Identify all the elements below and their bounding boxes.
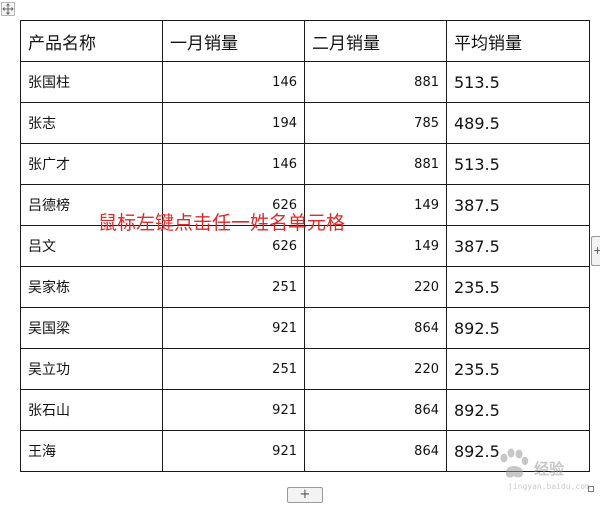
- document-page: 产品名称 一月销量 二月销量 平均销量 张国柱 146 881 513.5 张志…: [0, 0, 600, 512]
- name-cell[interactable]: 张广才: [20, 143, 163, 185]
- avg-cell[interactable]: 235.5: [446, 266, 590, 308]
- name-cell[interactable]: 张国柱: [20, 61, 163, 103]
- header-jan-sales[interactable]: 一月销量: [162, 20, 305, 62]
- header-product-name[interactable]: 产品名称: [20, 20, 163, 62]
- avg-cell[interactable]: 513.5: [446, 61, 590, 103]
- name-cell[interactable]: 吴立功: [20, 348, 163, 390]
- move-arrows-icon: [2, 3, 14, 15]
- table-row: 吴国梁 921 864 892.5: [20, 307, 590, 349]
- table-row: 张广才 146 881 513.5: [20, 143, 590, 185]
- jan-cell[interactable]: 194: [162, 102, 305, 144]
- table-header-row: 产品名称 一月销量 二月销量 平均销量: [20, 20, 590, 62]
- feb-cell[interactable]: 881: [304, 143, 447, 185]
- instruction-annotation: 鼠标左键点击任一姓名单元格: [98, 212, 346, 234]
- table-row: 张石山 921 864 892.5: [20, 389, 590, 431]
- name-cell[interactable]: 吴国梁: [20, 307, 163, 349]
- add-row-button[interactable]: +: [287, 487, 323, 503]
- feb-cell[interactable]: 864: [304, 307, 447, 349]
- avg-cell[interactable]: 235.5: [446, 348, 590, 390]
- jan-cell[interactable]: 146: [162, 61, 305, 103]
- jan-cell[interactable]: 921: [162, 307, 305, 349]
- table-resize-handle[interactable]: [588, 486, 594, 492]
- feb-cell[interactable]: 220: [304, 348, 447, 390]
- table-row: 吴立功 251 220 235.5: [20, 348, 590, 390]
- header-avg-sales[interactable]: 平均销量: [446, 20, 590, 62]
- header-feb-sales[interactable]: 二月销量: [304, 20, 447, 62]
- feb-cell[interactable]: 864: [304, 389, 447, 431]
- avg-cell[interactable]: 892.5: [446, 430, 590, 472]
- sales-table: 产品名称 一月销量 二月销量 平均销量 张国柱 146 881 513.5 张志…: [20, 20, 590, 472]
- jan-cell[interactable]: 921: [162, 389, 305, 431]
- watermark-url: jingyan.baidu.com: [508, 482, 590, 491]
- name-cell[interactable]: 张石山: [20, 389, 163, 431]
- feb-cell[interactable]: 881: [304, 61, 447, 103]
- avg-cell[interactable]: 387.5: [446, 184, 590, 226]
- name-cell[interactable]: 吴家栋: [20, 266, 163, 308]
- table-move-handle[interactable]: [1, 2, 15, 16]
- table-row: 张志 194 785 489.5: [20, 102, 590, 144]
- avg-cell[interactable]: 387.5: [446, 225, 590, 267]
- jan-cell[interactable]: 251: [162, 348, 305, 390]
- avg-cell[interactable]: 892.5: [446, 307, 590, 349]
- add-column-button[interactable]: +: [591, 236, 600, 266]
- feb-cell[interactable]: 785: [304, 102, 447, 144]
- jan-cell[interactable]: 251: [162, 266, 305, 308]
- table-row: 王海 921 864 892.5: [20, 430, 590, 472]
- feb-cell[interactable]: 220: [304, 266, 447, 308]
- avg-cell[interactable]: 489.5: [446, 102, 590, 144]
- feb-cell[interactable]: 864: [304, 430, 447, 472]
- jan-cell[interactable]: 921: [162, 430, 305, 472]
- table-row: 张国柱 146 881 513.5: [20, 61, 590, 103]
- jan-cell[interactable]: 146: [162, 143, 305, 185]
- name-cell[interactable]: 王海: [20, 430, 163, 472]
- avg-cell[interactable]: 892.5: [446, 389, 590, 431]
- avg-cell[interactable]: 513.5: [446, 143, 590, 185]
- name-cell[interactable]: 张志: [20, 102, 163, 144]
- table-row: 吴家栋 251 220 235.5: [20, 266, 590, 308]
